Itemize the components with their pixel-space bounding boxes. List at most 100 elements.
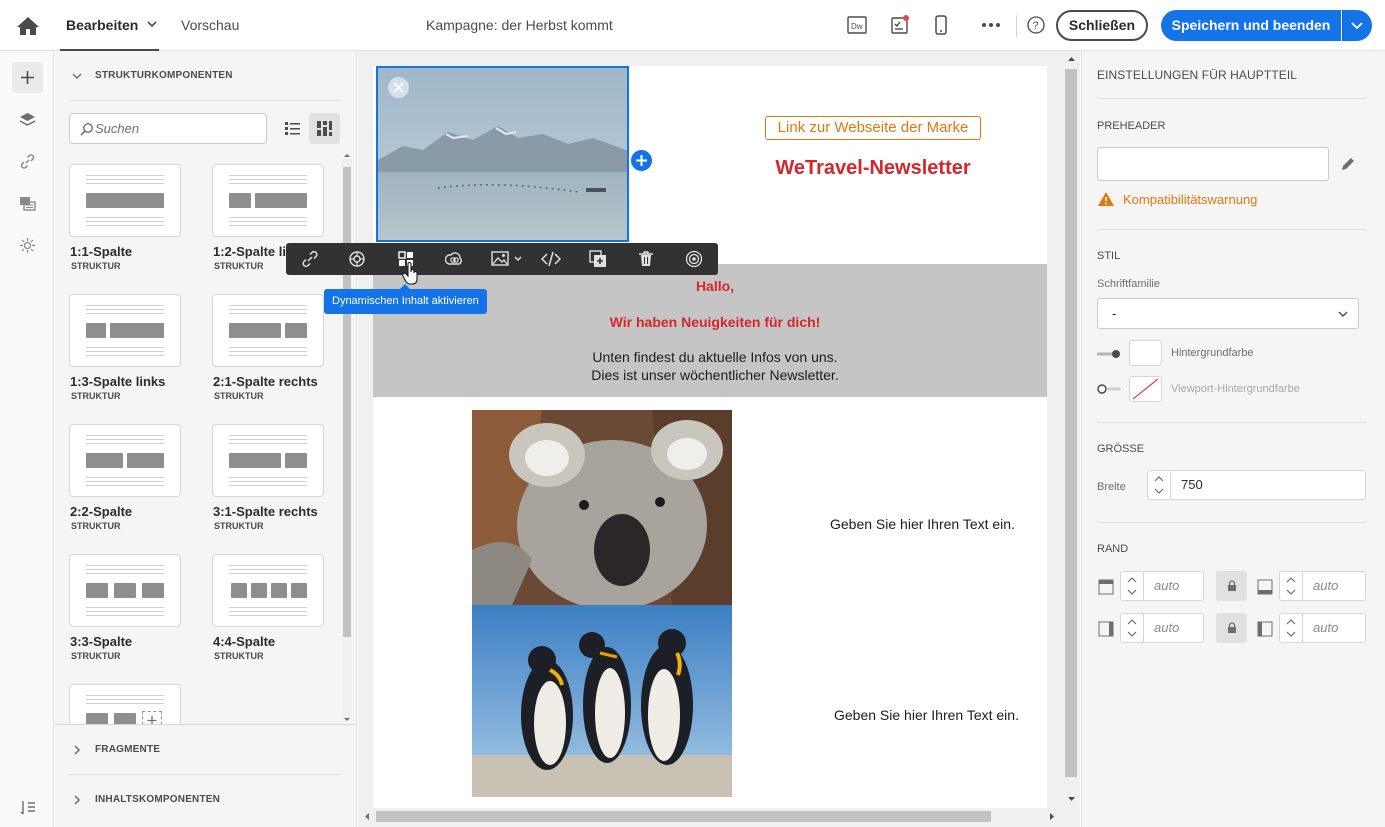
structure-card[interactable]: 3:1-Spalte rechts STRUKTUR (212, 424, 345, 544)
search-icon (80, 123, 93, 136)
personalization-icon[interactable] (335, 243, 379, 275)
bg-color-label: Hintergrundfarbe (1171, 347, 1254, 359)
structure-thumbnail (212, 424, 324, 497)
grid-view-icon[interactable] (309, 113, 340, 144)
section-content-header[interactable]: INHALTSKOMPONENTEN (55, 775, 357, 825)
delete-icon[interactable] (624, 243, 668, 275)
link-icon[interactable] (12, 146, 43, 177)
lock-icon[interactable] (1216, 571, 1247, 601)
home-icon[interactable] (15, 15, 41, 37)
personalization-icon[interactable] (12, 188, 43, 219)
email-body: Link zur Webseite der Marke WeTravel-New… (373, 66, 1047, 811)
settings-icon[interactable] (12, 792, 43, 823)
duplicate-icon[interactable] (576, 243, 620, 275)
size-label: GRÖSSE (1097, 443, 1145, 455)
close-icon[interactable] (388, 77, 409, 98)
structure-card[interactable]: 3:3-Spalte STRUKTUR (69, 554, 209, 674)
target-icon[interactable] (672, 243, 716, 275)
canvas-vertical-scrollbar[interactable] (1063, 51, 1080, 810)
viewport-bg-toggle[interactable] (1097, 384, 1121, 394)
creative-cloud-icon[interactable] (432, 243, 476, 275)
top-bar: Bearbeiten Vorschau Kampagne: der Herbst… (0, 0, 1385, 51)
divider (1097, 422, 1366, 423)
structure-kind: STRUKTUR (71, 651, 121, 661)
margin-top-input[interactable]: auto (1144, 571, 1204, 601)
structure-name: 2:1-Spalte rechts (213, 374, 318, 389)
chevron-down-icon[interactable] (146, 18, 158, 30)
structure-card[interactable]: 2:2-Spalte STRUKTUR (69, 424, 209, 544)
close-button[interactable]: Schließen (1056, 10, 1148, 41)
news-heading: Wir haben Neuigkeiten für dich! (609, 314, 821, 330)
style-label: STIL (1097, 250, 1121, 262)
margin-bottom-input[interactable]: auto (1303, 571, 1366, 601)
margin-left-input[interactable]: auto (1144, 613, 1204, 643)
bg-color-swatch[interactable] (1129, 340, 1162, 366)
settings-title: EINSTELLUNGEN FÜR HAUPTTEIL (1097, 68, 1298, 82)
structure-card[interactable]: 1:3-Spalte links STRUKTUR (69, 294, 209, 414)
section-structure-header[interactable]: STRUKTURKOMPONENTEN (55, 51, 357, 101)
tab-preview[interactable]: Vorschau (181, 0, 239, 51)
scroll-up-icon (344, 154, 350, 157)
link-icon[interactable] (288, 243, 332, 275)
bg-color-toggle[interactable] (1097, 349, 1121, 359)
search-placeholder: Suchen (95, 121, 140, 136)
search-input[interactable]: Suchen (69, 113, 267, 144)
margin-right-input[interactable]: auto (1303, 613, 1366, 643)
viewport-bg-swatch[interactable] (1129, 376, 1162, 402)
penguin-image[interactable] (472, 605, 732, 797)
list-view-icon[interactable] (277, 113, 308, 144)
pencil-icon[interactable] (1340, 156, 1356, 172)
structure-kind: STRUKTUR (214, 391, 264, 401)
structure-card[interactable]: 4:4-Spalte STRUKTUR (212, 554, 345, 674)
lock-icon[interactable] (1216, 613, 1247, 643)
hero-image[interactable] (376, 66, 629, 242)
margin-bottom-icon (1257, 579, 1273, 595)
structure-thumbnail (212, 164, 324, 237)
text-block-koala[interactable]: Geben Sie hier Ihren Text ein. (830, 516, 1015, 532)
margin-left-stepper[interactable] (1120, 613, 1144, 643)
add-column-icon (142, 711, 162, 725)
divider (1097, 229, 1366, 230)
code-icon[interactable] (528, 243, 572, 275)
dreamweaver-icon[interactable]: Dw (846, 14, 868, 36)
structure-card[interactable]: 1:1-Spalte STRUKTUR (69, 164, 209, 284)
checklist-icon[interactable] (889, 14, 911, 36)
font-family-select[interactable]: - (1097, 298, 1359, 329)
divider (1097, 522, 1366, 523)
structure-kind: STRUKTUR (71, 261, 121, 271)
preheader-input[interactable] (1097, 147, 1329, 181)
components-panel: STRUKTURKOMPONENTEN Suchen 1:1-Spalte ST… (55, 51, 357, 827)
canvas-horizontal-scrollbar[interactable] (358, 808, 1063, 825)
margin-right-stepper[interactable] (1279, 613, 1303, 643)
margin-top-stepper[interactable] (1120, 571, 1144, 601)
page-title: Kampagne: der Herbst kommt (426, 17, 613, 33)
koala-image[interactable] (472, 410, 732, 605)
brand-website-link[interactable]: Link zur Webseite der Marke (765, 116, 981, 140)
help-icon[interactable]: ? (1025, 14, 1047, 36)
mobile-preview-icon[interactable] (930, 14, 952, 36)
structure-kind: STRUKTUR (214, 261, 264, 271)
structure-card[interactable] (69, 684, 209, 725)
save-options-button[interactable] (1342, 10, 1372, 41)
layers-icon[interactable] (12, 104, 43, 135)
structure-name: 1:1-Spalte (70, 244, 133, 259)
width-input[interactable]: 750 (1171, 470, 1366, 500)
image-icon[interactable] (478, 243, 528, 275)
width-stepper[interactable] (1147, 470, 1171, 500)
margin-bottom-stepper[interactable] (1279, 571, 1303, 601)
text-block-penguin[interactable]: Geben Sie hier Ihren Text ein. (834, 707, 1019, 723)
structure-list: 1:1-Spalte STRUKTUR 1:2-Spalte links STR… (55, 151, 345, 725)
section-fragments-label: FRAGMENTE (95, 744, 161, 755)
structure-thumbnail (69, 684, 181, 725)
structure-name: 3:3-Spalte (70, 634, 133, 649)
structure-kind: STRUKTUR (71, 521, 121, 531)
dynamic-content-icon[interactable] (12, 230, 43, 261)
tab-edit[interactable]: Bearbeiten (66, 0, 138, 51)
section-fragments-header[interactable]: FRAGMENTE (55, 725, 357, 775)
width-label: Breite (1097, 481, 1126, 493)
more-icon[interactable] (980, 14, 1002, 36)
save-and-exit-button[interactable]: Speichern und beenden (1161, 10, 1341, 41)
add-component-icon[interactable] (629, 148, 654, 173)
plus-icon[interactable] (12, 62, 43, 93)
scrollbar-thumb[interactable] (343, 167, 351, 637)
